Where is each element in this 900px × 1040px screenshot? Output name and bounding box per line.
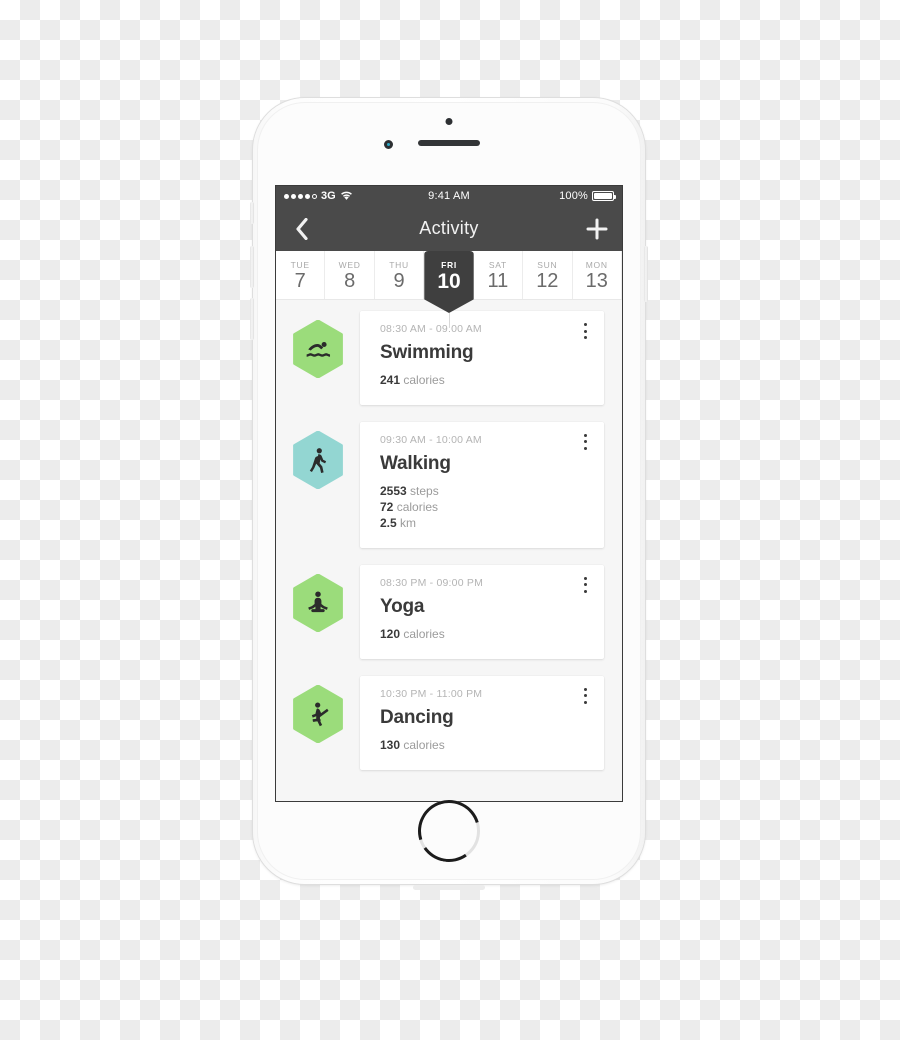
phone-device-frame: 3G 9:41 AM 100% Activity TUE 7 WED 8 THU… — [250, 98, 648, 890]
status-bar-right: 100% — [470, 190, 617, 202]
carrier-label: 3G — [321, 190, 336, 202]
status-bar-left: 3G — [284, 190, 428, 202]
activity-stats: 130 calories — [380, 738, 590, 754]
activity-row[interactable]: 10:30 PM - 11:00 PM Dancing 130 calories — [276, 675, 622, 770]
day-number-label: 11 — [487, 269, 509, 292]
activity-stat-line: 241 calories — [380, 373, 590, 389]
day-number-label: 8 — [344, 269, 356, 292]
activity-stat-line: 120 calories — [380, 627, 590, 643]
day-weekday-label: SUN — [537, 259, 558, 270]
day-number-label: 13 — [585, 269, 608, 292]
activity-stat-unit: calories — [396, 499, 439, 514]
activity-stats: 241 calories — [380, 373, 590, 389]
volume-down-button[interactable] — [250, 298, 254, 340]
day-cell-wed[interactable]: WED 8 — [325, 251, 375, 299]
activity-hex-badge — [292, 684, 344, 743]
more-vertical-icon[interactable] — [578, 323, 592, 339]
day-cell-tue[interactable]: TUE 7 — [276, 251, 326, 299]
day-weekday-label: TUE — [290, 259, 310, 270]
activity-stat-unit: calories — [403, 737, 445, 752]
day-cell-thu[interactable]: THU 9 — [375, 251, 425, 299]
battery-percent-label: 100% — [559, 190, 589, 202]
activity-stat-value: 2.5 — [380, 515, 397, 530]
activity-card[interactable]: 09:30 AM - 10:00 AM Walking 2553 steps 72 c… — [360, 421, 604, 548]
navigation-bar: Activity — [276, 206, 622, 251]
activity-hex-badge — [292, 430, 344, 489]
phone-screen: 3G 9:41 AM 100% Activity TUE 7 WED 8 THU… — [276, 186, 622, 801]
activity-stat-value: 72 — [380, 499, 394, 514]
activity-title: Swimming — [380, 342, 474, 363]
activity-time-range: 10:30 PM - 11:00 PM — [380, 687, 483, 700]
activity-hex-badge — [292, 573, 344, 632]
front-camera-icon — [384, 140, 393, 149]
day-number-label: 7 — [294, 269, 306, 292]
day-number-label: 12 — [536, 269, 559, 292]
active-day-number-label: 10 — [437, 270, 461, 293]
more-vertical-icon[interactable] — [578, 576, 592, 593]
activity-stat-unit: km — [400, 515, 417, 530]
activity-title: Dancing — [380, 706, 454, 728]
activity-stat-line: 2553 steps — [380, 484, 590, 500]
activity-title: Yoga — [380, 595, 425, 617]
activity-stat-unit: calories — [403, 626, 445, 641]
activity-time-range: 08:30 PM - 09:00 PM — [380, 576, 484, 589]
day-selector-strip[interactable]: TUE7WED8THU9FRI10SAT11SUN12MON13FRI10 — [276, 251, 622, 327]
add-activity-button[interactable] — [584, 216, 610, 242]
yoga-icon — [308, 591, 328, 612]
activity-card[interactable]: 10:30 PM - 11:00 PM Dancing 130 calories — [360, 675, 604, 770]
walking-icon — [309, 448, 327, 473]
bottom-speaker-grill — [413, 885, 485, 890]
day-weekday-label: THU — [389, 259, 409, 270]
activity-stat-line: 2.5 km — [380, 516, 590, 532]
wifi-icon — [340, 191, 352, 200]
power-button[interactable] — [644, 246, 648, 302]
activity-card[interactable]: 08:30 AM - 09:00 AM Swimming 241 calories — [360, 311, 604, 405]
activity-stat-value: 130 — [380, 737, 401, 752]
activity-hex-badge — [292, 320, 344, 378]
day-number-label: 9 — [393, 269, 405, 292]
earpiece-speaker-icon — [418, 140, 480, 146]
activity-card[interactable]: 08:30 PM - 09:00 PM Yoga 120 calories — [360, 564, 604, 659]
proximity-sensor-icon — [445, 118, 453, 125]
activity-row[interactable]: 08:30 PM - 09:00 PM Yoga 120 calories — [276, 564, 622, 659]
activity-stat-value: 2553 — [380, 483, 407, 498]
day-weekday-label: MON — [585, 259, 608, 270]
activity-stat-line: 72 calories — [380, 500, 590, 516]
activity-title: Walking — [380, 452, 451, 474]
battery-icon — [592, 191, 617, 201]
volume-up-button[interactable] — [250, 246, 254, 288]
day-weekday-label: SAT — [488, 259, 507, 270]
silent-switch[interactable] — [250, 202, 254, 224]
status-bar: 3G 9:41 AM 100% — [276, 186, 622, 206]
signal-strength-icon — [284, 193, 317, 199]
back-button[interactable] — [288, 216, 314, 242]
badge-connector-line — [449, 313, 450, 327]
day-cell-mon[interactable]: MON 13 — [573, 251, 622, 299]
status-bar-clock: 9:41 AM — [428, 190, 470, 202]
dancing-icon — [311, 702, 329, 726]
chevron-left-icon — [295, 217, 308, 240]
home-button[interactable] — [418, 800, 480, 862]
plus-icon — [586, 218, 608, 239]
activity-stats: 2553 steps 72 calories 2.5 km — [380, 484, 590, 532]
day-cell-sun[interactable]: SUN 12 — [523, 251, 573, 299]
day-cell-sat[interactable]: SAT 11 — [474, 251, 524, 299]
activity-stat-value: 241 — [380, 373, 401, 387]
more-vertical-icon[interactable] — [578, 687, 592, 704]
activity-stat-unit: calories — [403, 373, 445, 387]
page-title: Activity — [419, 218, 479, 238]
activity-stat-line: 130 calories — [380, 738, 590, 754]
activity-stats: 120 calories — [380, 627, 590, 643]
active-day-weekday-label: FRI — [441, 260, 457, 270]
activity-stat-value: 120 — [380, 626, 401, 641]
activity-list[interactable]: 08:30 AM - 09:00 AM Swimming 241 calories 0… — [276, 300, 622, 801]
activity-row[interactable]: 09:30 AM - 10:00 AM Walking 2553 steps 72 c… — [276, 421, 622, 548]
swimming-icon — [306, 342, 331, 357]
day-weekday-label: WED — [338, 259, 361, 270]
more-vertical-icon[interactable] — [578, 433, 592, 450]
activity-time-range: 08:30 AM - 09:00 AM — [380, 323, 482, 335]
activity-time-range: 09:30 AM - 10:00 AM — [380, 433, 482, 446]
activity-stat-unit: steps — [410, 483, 439, 498]
